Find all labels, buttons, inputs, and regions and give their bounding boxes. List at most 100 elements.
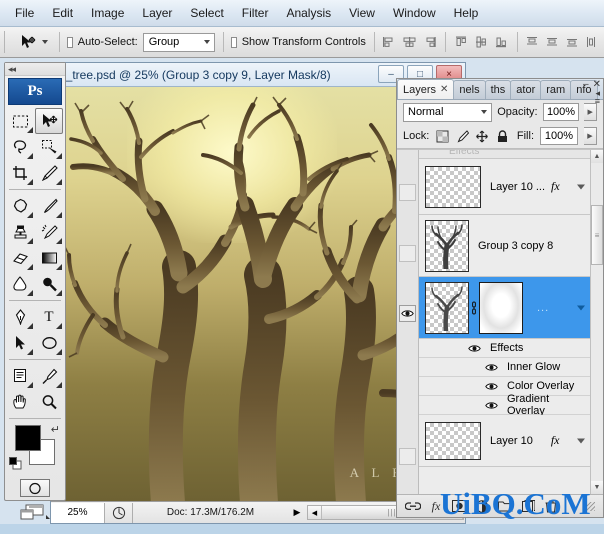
delete-layer-icon[interactable]	[543, 498, 559, 514]
minimize-button[interactable]: –	[583, 79, 589, 90]
ellipse-shape-tool-icon[interactable]	[35, 330, 63, 356]
mask-link-icon[interactable]	[469, 301, 479, 315]
layer-list[interactable]: Effects Layer 10 ... fx Group 3 copy 8 .…	[397, 149, 603, 494]
scroll-thumb[interactable]: ≡	[591, 205, 603, 265]
expand-effects-caret-icon[interactable]	[577, 305, 585, 310]
menu-item-view[interactable]: View	[340, 3, 384, 23]
panel-resize-grip[interactable]	[586, 501, 595, 511]
dodge-tool-icon[interactable]	[35, 271, 63, 297]
swap-colors-icon[interactable]: ↵	[51, 423, 60, 436]
menu-item-window[interactable]: Window	[384, 3, 445, 23]
lock-all-icon[interactable]	[495, 129, 509, 143]
options-bar-grip[interactable]	[4, 31, 7, 53]
foreground-color-swatch[interactable]	[15, 425, 41, 451]
lock-transparent-pixels-icon[interactable]	[435, 129, 449, 143]
tab-layers[interactable]: Layers ✕	[397, 79, 455, 99]
layer-mask-thumbnail[interactable]	[479, 281, 523, 334]
hand-tool-icon[interactable]	[6, 389, 34, 415]
menu-item-image[interactable]: Image	[82, 3, 133, 23]
history-brush-tool-icon[interactable]	[35, 219, 63, 245]
distribute-bottom-edges-icon[interactable]	[565, 33, 580, 51]
distribute-top-edges-icon[interactable]	[525, 33, 540, 51]
menu-item-help[interactable]: Help	[445, 3, 488, 23]
quick-mask-mode-icon[interactable]	[20, 479, 50, 497]
marquee-tool-icon[interactable]	[6, 108, 34, 134]
visibility-toggle-layer10top[interactable]	[399, 184, 416, 201]
align-left-edges-icon[interactable]	[382, 33, 397, 51]
menu-item-layer[interactable]: Layer	[133, 3, 181, 23]
scroll-left-button[interactable]: ◀	[308, 506, 321, 519]
crop-tool-icon[interactable]	[6, 160, 34, 186]
eraser-tool-icon[interactable]	[6, 245, 34, 271]
type-tool-icon[interactable]: T	[35, 304, 63, 330]
current-tool-selector[interactable]	[14, 31, 51, 53]
scroll-down-button[interactable]: ▼	[591, 481, 603, 494]
menu-item-select[interactable]: Select	[181, 3, 232, 23]
blur-tool-icon[interactable]	[6, 271, 34, 297]
align-right-edges-icon[interactable]	[422, 33, 437, 51]
collapse-panel-icon[interactable]: ◂◂	[8, 64, 16, 75]
layer-row-selected[interactable]: ...	[419, 277, 590, 339]
toolbox-collapse-handle[interactable]: ◂◂	[5, 63, 65, 76]
pen-tool-icon[interactable]	[6, 304, 34, 330]
layer-row-effects-parent[interactable]: Effects	[419, 339, 590, 358]
fill-stepper[interactable]: ▶	[584, 127, 597, 145]
align-vertical-centers-icon[interactable]	[474, 33, 489, 51]
layer-thumbnail[interactable]	[425, 165, 481, 208]
brush-tool-icon[interactable]	[35, 193, 63, 219]
move-tool-icon[interactable]	[35, 108, 63, 134]
close-icon[interactable]: ✕	[440, 84, 448, 95]
expand-effects-caret-icon[interactable]	[577, 184, 585, 189]
visibility-icon[interactable]	[467, 343, 481, 354]
lock-position-icon[interactable]	[475, 129, 489, 143]
layer-thumbnail[interactable]	[425, 421, 481, 460]
align-horizontal-centers-icon[interactable]	[402, 33, 417, 51]
tool-preset-caret-icon[interactable]	[41, 40, 48, 44]
healing-brush-tool-icon[interactable]	[6, 193, 34, 219]
layer-row-effect-inner-glow[interactable]: Inner Glow	[419, 358, 590, 377]
layer-thumbnail[interactable]	[425, 281, 469, 334]
eyedropper-tool-icon[interactable]	[35, 363, 63, 389]
visibility-toggle-layer10bottom[interactable]	[399, 448, 416, 465]
layer-row-layer10-top[interactable]: Layer 10 ... fx	[419, 159, 590, 215]
new-adjustment-layer-icon[interactable]	[474, 498, 490, 514]
menu-item-file[interactable]: File	[6, 3, 43, 23]
layer-thumbnail[interactable]	[425, 219, 469, 272]
layer-row-effect-gradient-overlay[interactable]: Gradient Overlay	[419, 393, 590, 417]
lock-image-pixels-icon[interactable]	[455, 129, 470, 143]
quick-selection-tool-icon[interactable]	[35, 134, 63, 160]
add-layer-mask-icon[interactable]	[451, 498, 467, 514]
tab-channels[interactable]: nels	[453, 80, 486, 99]
document-info-icon[interactable]	[105, 502, 133, 523]
distribute-left-edges-icon[interactable]	[585, 33, 600, 51]
menu-item-edit[interactable]: Edit	[43, 3, 82, 23]
distribute-vertical-centers-icon[interactable]	[545, 33, 560, 51]
screen-mode-icon[interactable]	[18, 504, 52, 524]
show-transform-checkbox[interactable]	[231, 36, 237, 48]
default-colors-icon[interactable]	[9, 457, 22, 470]
layer-row-layer10-bottom[interactable]: Layer 10 fx	[419, 415, 590, 467]
visibility-icon[interactable]	[484, 400, 498, 411]
layer-row-group3copy8[interactable]: Group 3 copy 8	[419, 215, 590, 277]
tab-histogram[interactable]: ram	[540, 80, 572, 99]
scroll-up-button[interactable]: ▲	[591, 150, 603, 163]
notes-tool-icon[interactable]	[6, 363, 34, 389]
add-layer-style-icon[interactable]: fx	[428, 498, 444, 514]
clone-stamp-tool-icon[interactable]	[6, 219, 34, 245]
tab-paths[interactable]: ths	[484, 80, 512, 99]
layer-row-partial-effects[interactable]: Effects	[419, 150, 590, 159]
layer-list-scrollbar[interactable]: ▲ ≡ ▼	[590, 150, 603, 494]
auto-select-dropdown[interactable]: Group	[142, 32, 215, 52]
visibility-toggle-group3copy8[interactable]	[399, 245, 416, 262]
new-group-icon[interactable]	[497, 498, 513, 514]
layer-effects-badge-icon[interactable]: fx	[551, 179, 560, 194]
opacity-input[interactable]: 100%	[542, 103, 580, 121]
visibility-icon[interactable]	[484, 362, 498, 373]
tab-navigator[interactable]: ator	[510, 80, 542, 99]
align-top-edges-icon[interactable]	[454, 33, 469, 51]
path-selection-tool-icon[interactable]	[6, 330, 34, 356]
layer-effects-badge-icon[interactable]: fx	[551, 433, 560, 448]
visibility-toggle-selected-layer[interactable]	[399, 305, 416, 322]
blend-mode-dropdown[interactable]: Normal	[403, 102, 493, 122]
visibility-icon[interactable]	[484, 381, 498, 392]
